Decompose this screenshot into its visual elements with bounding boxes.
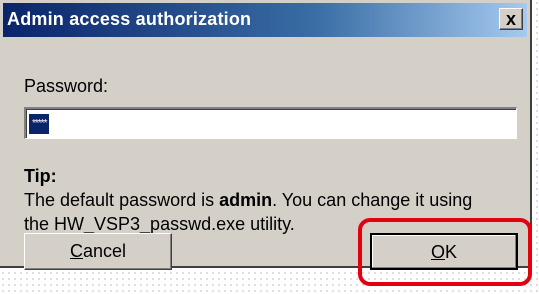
- cancel-mnemonic: C: [69, 241, 83, 261]
- cancel-label-rest: ancel: [82, 241, 127, 261]
- ok-button-highlight: [358, 218, 532, 286]
- close-button[interactable]: x: [499, 8, 523, 30]
- window-title: Admin access authorization: [7, 9, 252, 29]
- password-value-selected: *****: [29, 114, 50, 134]
- password-field[interactable]: *****: [24, 107, 517, 139]
- cancel-button[interactable]: Cancel: [24, 233, 172, 270]
- tip-text-before: The default password is: [24, 190, 220, 210]
- tip-default-password: admin: [219, 190, 273, 210]
- close-icon: x: [505, 8, 516, 29]
- tip-label: Tip:: [24, 166, 57, 186]
- password-label: Password:: [24, 76, 109, 96]
- title-bar[interactable]: Admin access authorization x: [3, 3, 527, 37]
